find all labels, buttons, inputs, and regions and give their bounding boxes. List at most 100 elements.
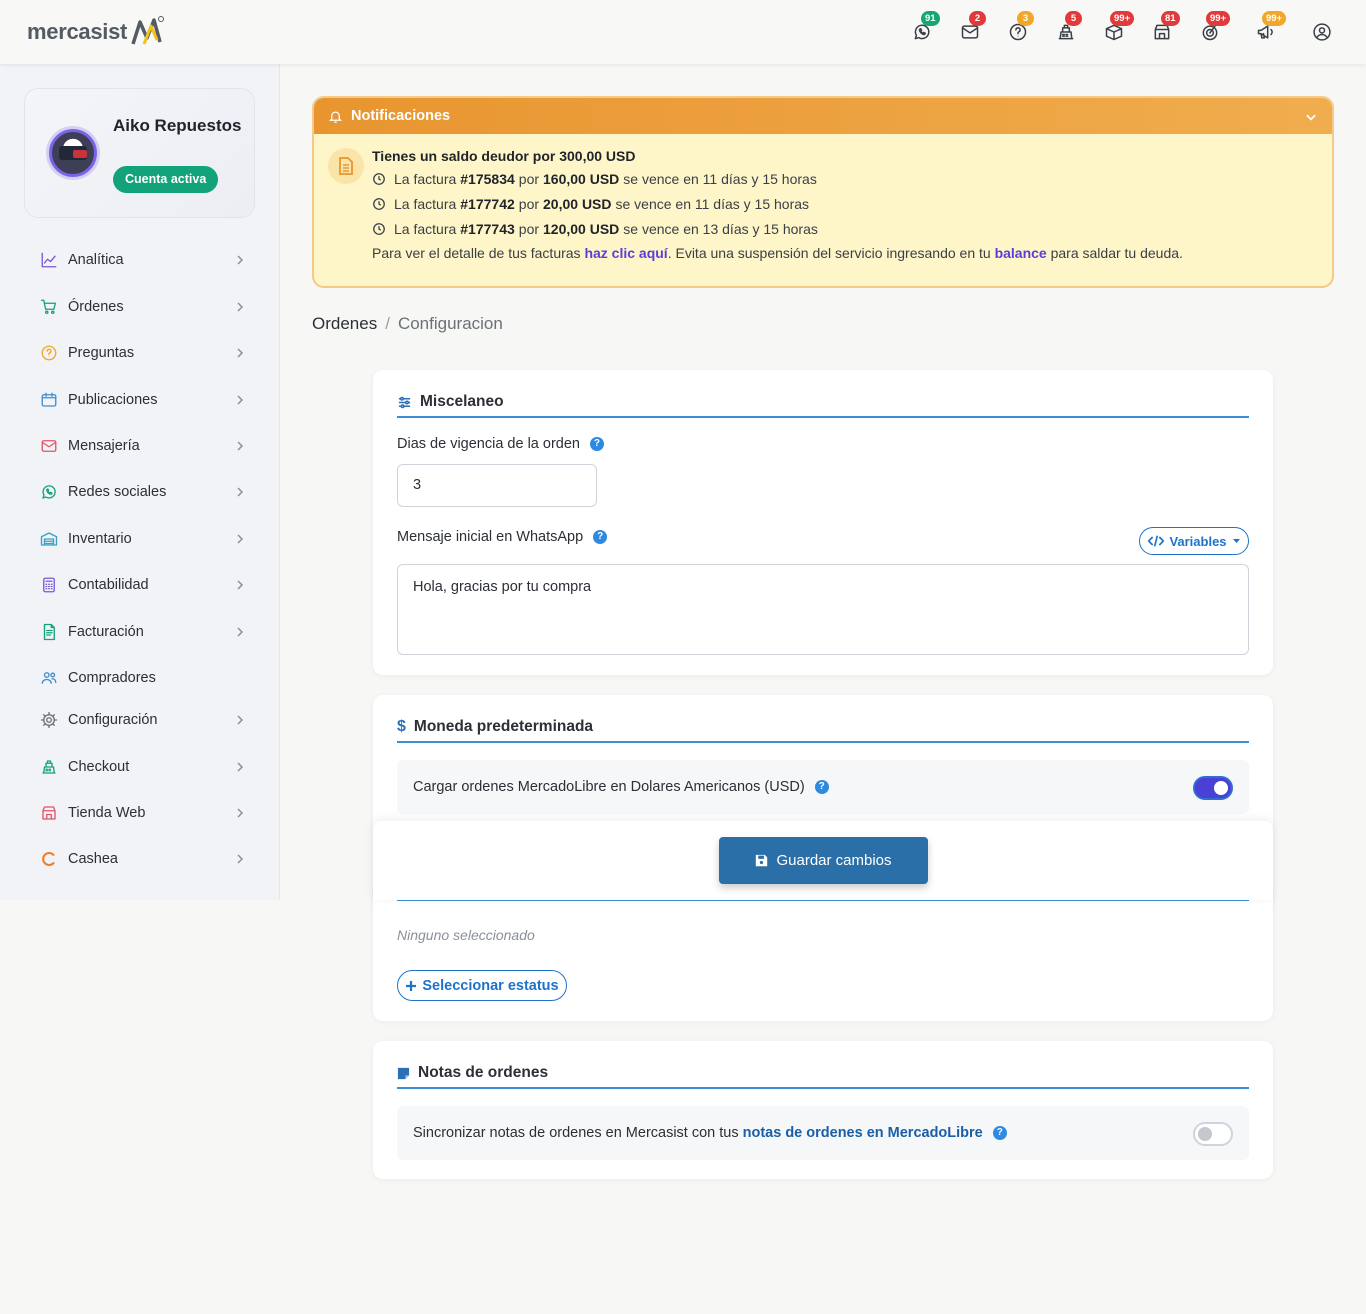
invoice-list: La factura #175834 por 160,00 USD se vence e… [372, 166, 1312, 241]
save-bar: Guardar cambios [373, 821, 1273, 900]
sidebar-item-label: Configuración [68, 712, 158, 728]
status-badge: Cuenta activa [113, 166, 219, 193]
invoice-row: La factura #175834 por 160,00 USD se vence e… [372, 166, 1312, 191]
topbar-question-button[interactable]: 3 [1008, 11, 1034, 42]
sidebar-item-label: Preguntas [68, 345, 135, 361]
plus-icon [406, 980, 417, 991]
code-icon [1148, 535, 1165, 547]
sidebar-item-inventario[interactable]: Inventario [40, 525, 246, 553]
sidebar-item-analitica[interactable]: Analítica [40, 246, 246, 274]
chevron-right-icon [234, 579, 246, 591]
invoice-amount: 120,00 USD [543, 220, 620, 237]
save-button[interactable]: Guardar cambios [719, 837, 928, 884]
chevron-right-icon [234, 440, 246, 452]
chevron-right-icon [234, 533, 246, 545]
breadcrumb: Ordenes / Configuracion [312, 314, 503, 334]
help-icon[interactable]: ? [589, 437, 604, 451]
avatar[interactable] [49, 129, 97, 177]
notas-switch-label: Sincronizar notas de ordenes en Mercasis… [413, 1125, 739, 1141]
sidebar-item-preguntas[interactable]: Preguntas [40, 339, 246, 367]
chevron-right-icon [234, 394, 246, 406]
notifications-header[interactable]: Notificaciones [314, 98, 1332, 134]
logo-mark-icon [129, 14, 165, 50]
notas-mercadolibre-link[interactable]: notas de ordenes en MercadoLibre [743, 1125, 983, 1141]
chevron-right-icon [234, 761, 246, 773]
cart-icon [40, 298, 58, 316]
chevron-right-icon [234, 626, 246, 638]
estatus-card: Ninguno seleccionado Seleccionar estatus [373, 884, 1273, 1021]
sliders-icon [398, 396, 411, 408]
breadcrumb-current: Configuracion [397, 314, 503, 333]
sidebar-item-configuracion[interactable]: Configuración [40, 706, 246, 734]
sidebar-item-tienda-web[interactable]: Tienda Web [40, 799, 246, 827]
help-icon[interactable]: ? [814, 780, 829, 794]
usd-switch-row: Cargar ordenes MercadoLibre en Dolares A… [397, 760, 1249, 814]
topbar-target-button[interactable]: 99+ [1200, 11, 1231, 42]
usd-toggle[interactable] [1193, 776, 1233, 800]
sidebar-item-label: Redes sociales [68, 484, 167, 500]
sidebar-item-cashea[interactable]: Cashea [40, 845, 246, 873]
usd-switch-label: Cargar ordenes MercadoLibre en Dolares A… [413, 779, 805, 795]
topbar-package-button[interactable]: 99+ [1104, 11, 1135, 42]
chevron-right-icon [234, 347, 246, 359]
sticky-note-icon [397, 1067, 410, 1079]
sidebar-item-contabilidad[interactable]: Contabilidad [40, 571, 246, 599]
invoice-amount: 160,00 USD [543, 170, 620, 187]
clock-icon [372, 222, 394, 236]
invoice-icon [40, 623, 58, 641]
notas-title: Notas de ordenes [418, 1064, 549, 1081]
sidebar-item-facturacion[interactable]: Facturación [40, 618, 246, 646]
notification-badge: 81 [1161, 11, 1180, 26]
days-input[interactable]: 3 [397, 464, 597, 507]
invoice-number: #177743 [460, 220, 515, 237]
invoice-row: La factura #177743 por 120,00 USD se vence e… [372, 216, 1312, 241]
breadcrumb-root[interactable]: Ordenes [312, 314, 377, 334]
moneda-title: Moneda predeterminada [413, 718, 594, 735]
sidebar-item-label: Compradores [68, 670, 156, 686]
debt-title: Tienes un saldo deudor por 300,00 USD [372, 148, 636, 164]
help-icon[interactable]: ? [992, 1126, 1007, 1140]
help-icon[interactable]: ? [593, 530, 608, 544]
sidebar-item-mensajeria[interactable]: Mensajería [40, 432, 246, 460]
gear-icon [40, 711, 58, 729]
notifications-footer: Para ver el detalle de tus facturas haz … [372, 245, 1183, 261]
chevron-right-icon [234, 486, 246, 498]
clock-icon [372, 172, 394, 186]
sidebar-item-compradores[interactable]: Compradores [40, 664, 246, 692]
topbar-register-button[interactable]: 5 [1056, 11, 1082, 42]
select-status-button[interactable]: Seleccionar estatus [397, 970, 567, 1001]
sidebar-item-label: Órdenes [68, 299, 124, 315]
miscelaneo-card: Miscelaneo Dias de vigencia de la orden?… [373, 370, 1273, 675]
topbar-user-button[interactable] [1312, 22, 1332, 42]
topbar-mail-button[interactable]: 2 [960, 11, 986, 42]
chevron-down-icon[interactable] [1304, 110, 1318, 124]
variables-button[interactable]: Variables [1139, 527, 1249, 555]
logo[interactable]: mercasist [27, 14, 165, 50]
balance-link[interactable]: balance [995, 245, 1047, 261]
notification-badge: 99+ [1262, 11, 1287, 26]
topbar-whatsapp-button[interactable]: 91 [912, 11, 940, 42]
whatsapp-message-textarea[interactable]: Hola, gracias por tu compra [397, 564, 1249, 655]
sidebar-item-label: Checkout [68, 759, 130, 775]
calendar-icon [40, 391, 58, 409]
sidebar-item-publicaciones[interactable]: Publicaciones [40, 386, 246, 414]
store-icon [40, 804, 58, 822]
sidebar-item-label: Publicaciones [68, 392, 158, 408]
chart-icon [40, 251, 58, 269]
notification-badge: 2 [969, 11, 986, 26]
topbar-store-button[interactable]: 81 [1152, 11, 1180, 42]
chevron-right-icon [234, 254, 246, 266]
topbar-megaphone-button[interactable]: 99+ [1256, 11, 1287, 42]
question-icon [40, 344, 58, 362]
sidebar-item-ordenes[interactable]: Órdenes [40, 293, 246, 321]
miscelaneo-title: Miscelaneo [420, 393, 504, 410]
sidebar-item-checkout[interactable]: Checkout [40, 753, 246, 781]
mail-icon [40, 437, 58, 455]
invoices-link[interactable]: haz clic aquí [584, 245, 667, 261]
register-icon [40, 758, 58, 776]
notification-badge: 3 [1017, 11, 1034, 26]
breadcrumb-separator: / [385, 314, 390, 333]
sidebar-item-redes-sociales[interactable]: Redes sociales [40, 478, 246, 506]
notas-toggle[interactable] [1193, 1122, 1233, 1146]
profile-card[interactable]: Aiko Repuestos Cuenta activa [24, 88, 255, 218]
